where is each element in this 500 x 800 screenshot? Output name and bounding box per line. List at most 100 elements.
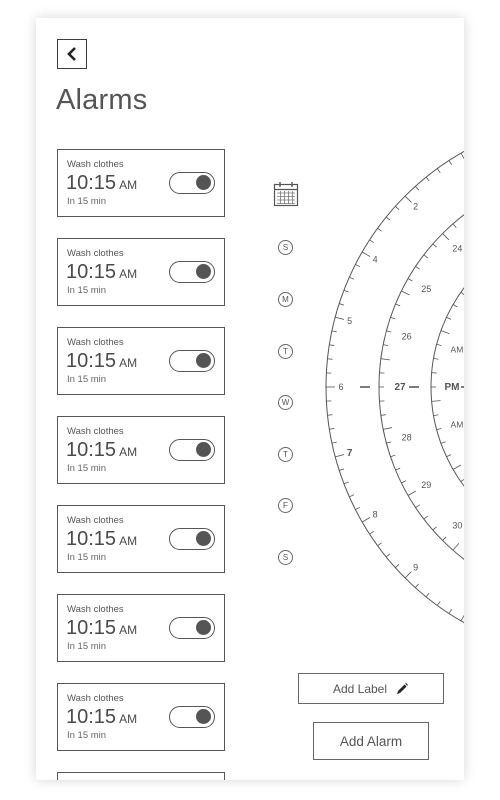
dial-tick [446, 454, 452, 458]
dial-tick [401, 290, 410, 296]
dial-tick [425, 592, 430, 598]
dial-label: 4 [373, 255, 378, 265]
alarms-panel: Alarms Wash clothes 10:15 AM In 15 min Wash … [36, 18, 464, 780]
dial-tick [442, 233, 450, 241]
dial-tick [343, 289, 349, 293]
dial-tick [404, 195, 412, 203]
dial-tick [432, 526, 437, 531]
dial-tick [385, 216, 391, 221]
dial-tick [442, 536, 447, 541]
dial-tick [452, 543, 460, 551]
dial-tick [361, 517, 371, 523]
add-alarm-button[interactable]: Add Alarm [313, 722, 429, 760]
dial-label: 6 [338, 382, 343, 392]
dial-tick [369, 530, 374, 535]
dial-tick [415, 266, 420, 270]
dial-label: 10 [463, 603, 464, 613]
dial-tick [335, 316, 344, 320]
alarm-card[interactable]: Wash clothes 10:15 AM In 15 min [57, 683, 225, 751]
dial-tick [331, 441, 337, 444]
dial-label: 24 [452, 243, 462, 253]
dial-tick [425, 176, 430, 182]
alarm-ampm: AM [119, 712, 138, 726]
dial-label: 28 [402, 433, 412, 443]
dial-label: 30 [452, 521, 462, 531]
alarm-time-value: 10:15 [66, 706, 117, 728]
dial-tick [395, 467, 401, 471]
dial-tick [436, 168, 441, 173]
dial-tick [395, 564, 400, 568]
add-label-button[interactable]: Add Label [298, 673, 444, 704]
dial-label: AM [451, 419, 464, 429]
toggle-knob [196, 709, 211, 724]
dial-tick [423, 254, 429, 259]
dial-tick [431, 400, 441, 402]
dial-label: 27 [394, 382, 406, 393]
dial-tick [415, 186, 419, 191]
dial-tick [377, 542, 382, 547]
dial-tick [436, 428, 442, 431]
dial-label: 8 [373, 510, 378, 520]
pencil-icon [395, 682, 409, 696]
dial-label: 2 [413, 202, 418, 212]
dial-tick [401, 480, 407, 484]
dial-tick [404, 571, 412, 579]
dial-tick [415, 504, 420, 508]
dial-tick [448, 160, 453, 165]
dial-tick [448, 609, 453, 614]
dial-tick [390, 316, 396, 320]
time-dial[interactable]: 12456789101124252627282930AMPMAM [36, 18, 464, 658]
dial-label: 5 [347, 316, 352, 326]
dial-label: 7 [347, 448, 353, 459]
dial-tick [339, 468, 345, 471]
dial-tick [327, 358, 333, 360]
dial-tick [432, 243, 437, 248]
dial-tick [361, 251, 371, 257]
dial-tick [440, 330, 450, 335]
dial-tick [452, 464, 462, 470]
dial-tick [329, 344, 335, 346]
dial-tick [460, 152, 464, 160]
dial-tick [349, 494, 355, 498]
dial-tick [385, 553, 391, 558]
alarm-card-partial[interactable] [57, 772, 225, 780]
dial-tick [380, 414, 386, 416]
dial-tick [440, 441, 446, 444]
dial-tick [415, 583, 419, 588]
dial-tick [329, 428, 335, 430]
dial-tick [436, 601, 441, 606]
alarm-label: Wash clothes [67, 693, 124, 704]
dial-tick [383, 344, 389, 347]
dial-tick [460, 292, 464, 296]
dial-tick [343, 481, 349, 485]
dial-tick [433, 357, 439, 360]
dial-label: 26 [402, 331, 412, 341]
dial-tick [446, 316, 452, 320]
dial-tick [386, 330, 392, 333]
dial-tick [369, 239, 374, 244]
dial-tick [452, 223, 457, 228]
dial-tick [380, 358, 390, 361]
dial-tick [390, 454, 396, 458]
add-label-text: Add Label [332, 681, 388, 696]
dial-tick [433, 414, 439, 417]
dial-tick [386, 441, 392, 444]
dial-tick [460, 614, 464, 622]
alarm-toggle[interactable] [169, 706, 215, 728]
dial-label: 9 [413, 562, 418, 572]
dial-label: AM [451, 345, 464, 355]
alarm-time: 10:15 AM [66, 706, 137, 729]
dial-tick [436, 343, 442, 346]
dial-tick [407, 278, 413, 282]
dial-tick [423, 515, 429, 520]
dial-tick [395, 206, 400, 210]
dial-tick [407, 490, 417, 496]
dial-tick [377, 227, 382, 232]
dial-label: 25 [421, 284, 431, 294]
dial-tick [339, 303, 345, 306]
dial-tick [383, 427, 393, 430]
dial-tick [355, 264, 361, 268]
dial-label: 29 [421, 480, 431, 490]
dial-label: PM [445, 382, 460, 393]
dial-tick [327, 414, 333, 416]
